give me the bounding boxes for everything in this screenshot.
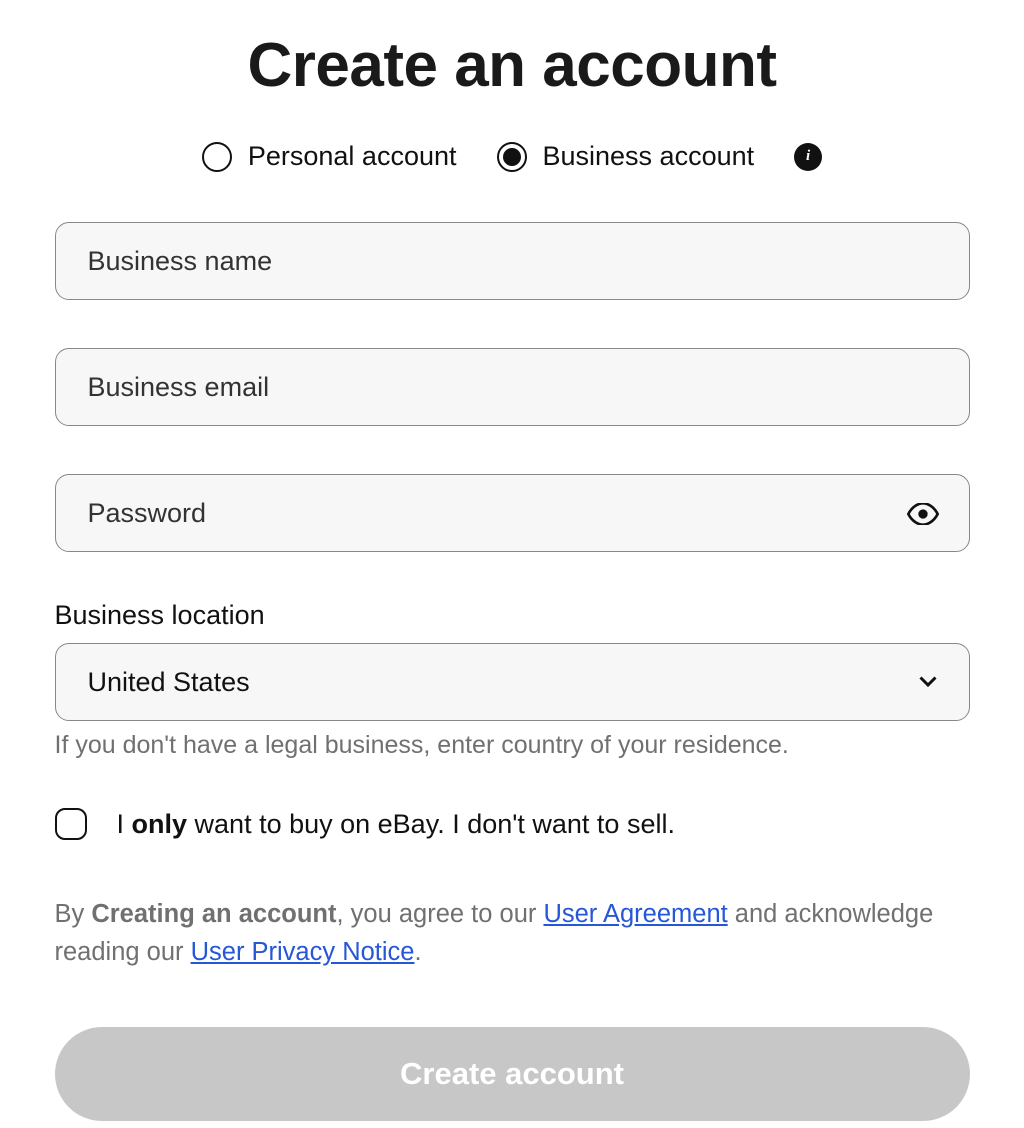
password-input[interactable] (88, 498, 937, 529)
radio-personal-account[interactable]: Personal account (202, 141, 457, 172)
business-email-field[interactable] (55, 348, 970, 426)
buy-only-checkbox[interactable] (55, 808, 87, 840)
page-title: Create an account (55, 30, 970, 101)
business-name-input[interactable] (88, 246, 937, 277)
select-value: United States (88, 667, 250, 698)
text: By (55, 900, 92, 928)
text: want to buy on eBay. I don't want to sel… (187, 809, 675, 839)
text-bold: only (132, 809, 188, 839)
show-password-icon[interactable] (907, 501, 939, 525)
business-location-label: Business location (55, 600, 970, 631)
account-type-group: Personal account Business account i (55, 141, 970, 172)
legal-text: By Creating an account, you agree to our… (55, 895, 970, 972)
user-agreement-link[interactable]: User Agreement (543, 900, 727, 928)
business-name-field[interactable] (55, 222, 970, 300)
buy-only-row: I only want to buy on eBay. I don't want… (55, 808, 970, 840)
radio-label: Business account (543, 141, 755, 172)
business-location-select[interactable]: United States (55, 643, 970, 721)
text: . (414, 938, 421, 966)
text-bold: Creating an account (91, 900, 336, 928)
info-icon[interactable]: i (794, 143, 822, 171)
location-helper-text: If you don't have a legal business, ente… (55, 731, 970, 760)
text: I (117, 809, 132, 839)
radio-icon (202, 142, 232, 172)
chevron-down-icon (919, 667, 937, 698)
password-field[interactable] (55, 474, 970, 552)
business-email-input[interactable] (88, 372, 937, 403)
radio-business-account[interactable]: Business account (497, 141, 755, 172)
radio-label: Personal account (248, 141, 457, 172)
radio-icon (497, 142, 527, 172)
buy-only-label: I only want to buy on eBay. I don't want… (117, 809, 675, 840)
text: , you agree to our (336, 900, 543, 928)
create-account-button[interactable]: Create account (55, 1027, 970, 1121)
signup-form: Create an account Personal account Busin… (55, 0, 970, 1121)
user-privacy-notice-link[interactable]: User Privacy Notice (191, 938, 415, 966)
